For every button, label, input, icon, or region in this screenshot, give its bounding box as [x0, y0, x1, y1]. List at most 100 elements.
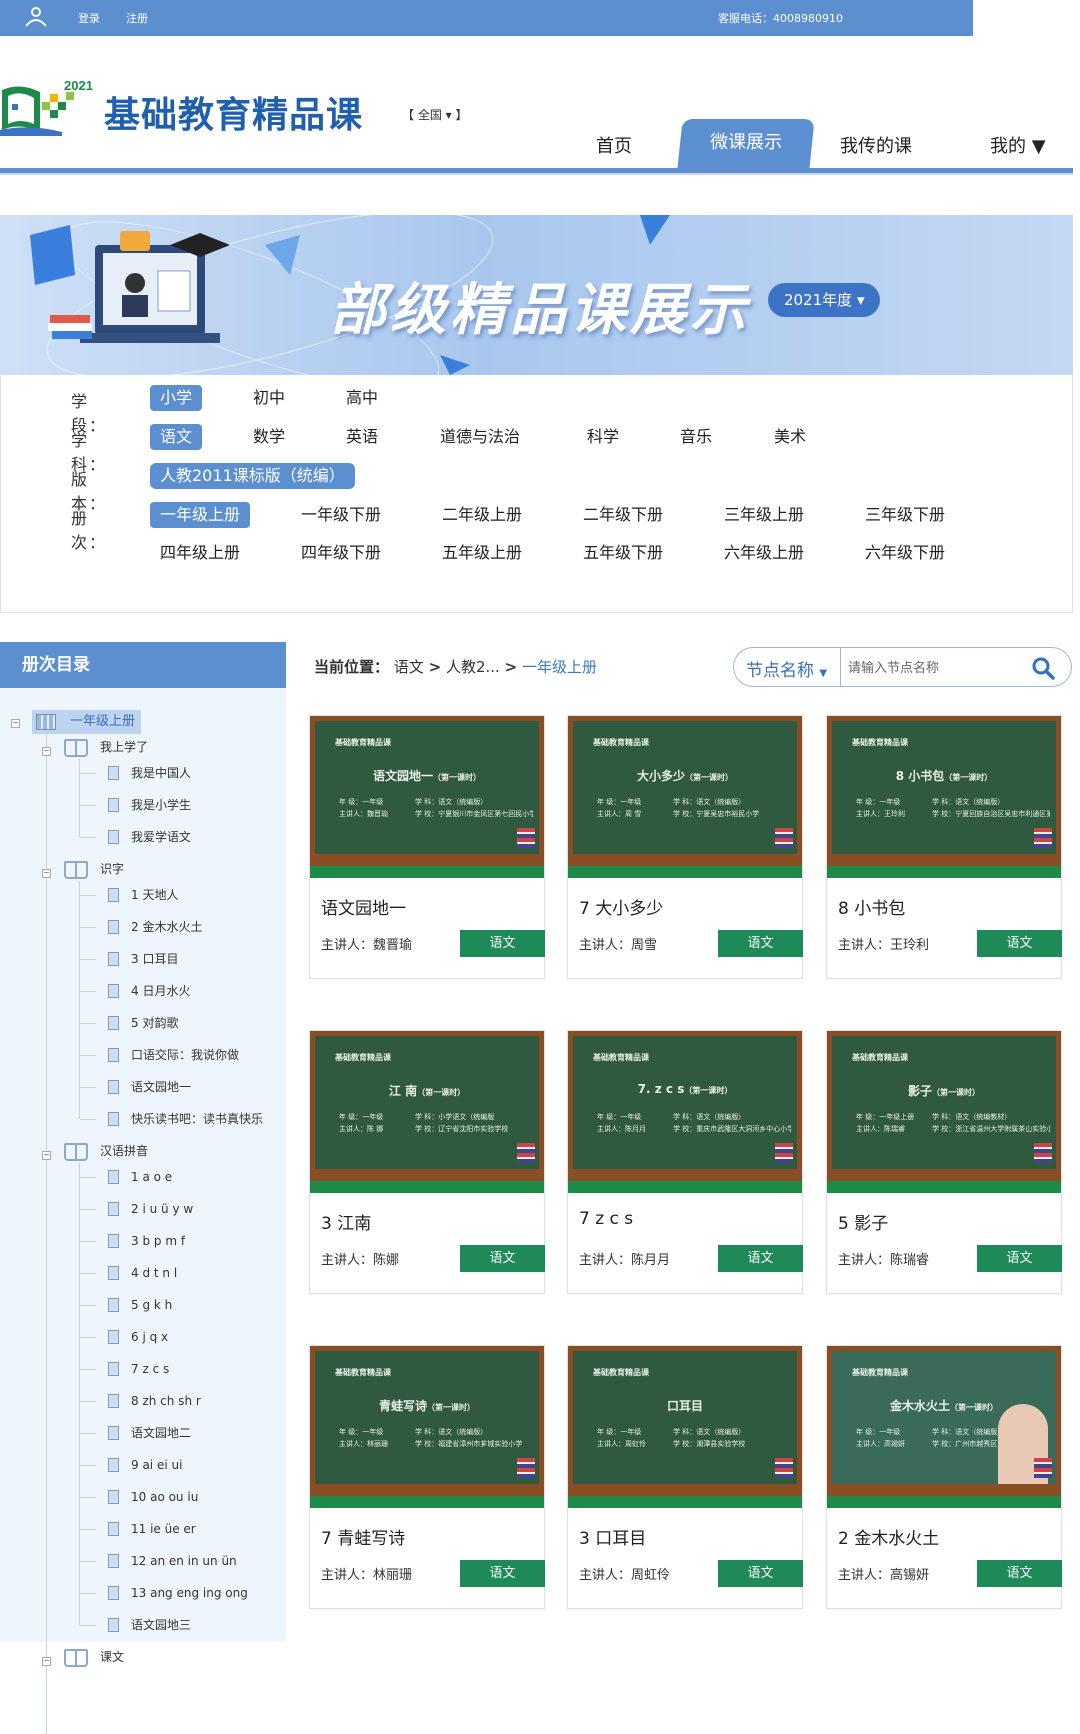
- tree-item[interactable]: 3 b p m f: [108, 1231, 185, 1251]
- tree-item[interactable]: 2 i u ü y w: [108, 1199, 193, 1219]
- lesson-thumbnail[interactable]: 基础教育精品课 口耳目年 级：一年级 主讲人：周虹伶 学 科：语文（统编版） 学 校：湘…: [568, 1346, 802, 1508]
- lesson-title[interactable]: 7 z c s: [579, 1209, 633, 1229]
- breadcrumb-subject[interactable]: 语文: [394, 658, 424, 676]
- stage-option[interactable]: 小学: [150, 385, 203, 411]
- lesson-card[interactable]: 基础教育精品课 8 小书包（第一课时）年 级：一年级 主讲人：王玲利学 科：语文（统…: [826, 715, 1062, 979]
- lesson-thumbnail[interactable]: 基础教育精品课 语文园地一（第一课时） 年 级：一年级 主讲人：魏晋瑜 学 科：语文（统…: [310, 716, 544, 878]
- tree-item[interactable]: 4 日月水火: [108, 981, 190, 1001]
- tree-item[interactable]: 8 zh ch sh r: [108, 1391, 201, 1411]
- lesson-card[interactable]: 基础教育精品课 大小多少（第一课时） 年 级：一年级 主讲人：周 雪 学 科：语文（统编…: [567, 715, 803, 979]
- tree-item[interactable]: 语文园地一: [108, 1077, 191, 1097]
- tree-group[interactable]: 识字: [64, 859, 124, 879]
- tree-item[interactable]: 我爱学语文: [108, 827, 191, 847]
- search-field-select[interactable]: 节点名称 ▼: [746, 656, 827, 681]
- lesson-title[interactable]: 5 影子: [838, 1209, 888, 1234]
- tree-item[interactable]: 我是中国人: [108, 763, 191, 783]
- stage-option[interactable]: 高中: [336, 385, 388, 411]
- tree-group[interactable]: 课文: [64, 1647, 124, 1667]
- tree-item[interactable]: 我是小学生: [108, 795, 191, 815]
- lesson-card[interactable]: 基础教育精品课 影子（第一课时） 年 级：一年级上册 主讲人：陈瑞睿 学 科：语文（统编…: [826, 1030, 1062, 1294]
- tree-root[interactable]: 一年级上册: [32, 710, 142, 734]
- lesson-title[interactable]: 7 青蛙写诗: [321, 1524, 405, 1549]
- tree-group[interactable]: 汉语拼音: [64, 1141, 148, 1161]
- lesson-card[interactable]: 基础教育精品课 青蛙写诗（第一课时） 年 级：一年级 主讲人：林丽珊 学 科：语文（统编…: [309, 1345, 545, 1609]
- tree-item[interactable]: 5 对韵歌: [108, 1013, 178, 1033]
- nav-micro-lessons[interactable]: 微课展示: [677, 119, 815, 169]
- tree-item[interactable]: 语文园地二: [108, 1423, 191, 1443]
- lesson-title[interactable]: 语文园地一: [321, 894, 406, 919]
- lesson-title[interactable]: 3 口耳目: [579, 1524, 646, 1549]
- nav-my-menu[interactable]: 我的 ▼: [990, 133, 1046, 169]
- collapse-icon[interactable]: −: [42, 869, 51, 878]
- nav-my-uploads[interactable]: 我传的课: [840, 133, 912, 169]
- tree-item[interactable]: 1 a o e: [108, 1167, 172, 1187]
- tree-item[interactable]: 13 ang eng ing ong: [108, 1583, 248, 1603]
- lesson-title[interactable]: 3 江南: [321, 1209, 371, 1234]
- login-link[interactable]: 登录: [78, 10, 100, 26]
- thumb-title: 大小多少（第一课时）: [573, 767, 797, 784]
- lesson-card[interactable]: 基础教育精品课 7. z c s（第一课时） 年 级：一年级 主讲人：陈月月 学 科：语…: [567, 1030, 803, 1294]
- region-selector[interactable]: 【 全国 ▾ 】: [402, 106, 467, 123]
- tree-item[interactable]: 7 z c s: [108, 1359, 169, 1379]
- lesson-card[interactable]: 基础教育精品课江 南（第一课时） 年 级：一年级 主讲人：陈 娜 学 科：小学语文（统…: [309, 1030, 545, 1294]
- lesson-card[interactable]: 基础教育精品课 口耳目年 级：一年级 主讲人：周虹伶 学 科：语文（统编版） 学 校：湘…: [567, 1345, 803, 1609]
- nav-home[interactable]: 首页: [596, 133, 632, 169]
- tree-item[interactable]: 5 g k h: [108, 1295, 172, 1315]
- tree-item[interactable]: 语文园地三: [108, 1615, 191, 1635]
- lesson-thumbnail[interactable]: 基础教育精品课江 南（第一课时） 年 级：一年级 主讲人：陈 娜 学 科：小学语文（统…: [310, 1031, 544, 1193]
- subject-option[interactable]: 音乐: [670, 424, 722, 450]
- tree-item[interactable]: 11 ie üe er: [108, 1519, 196, 1539]
- search-input[interactable]: [848, 656, 1018, 678]
- tree-item[interactable]: 12 an en in un ün: [108, 1551, 237, 1571]
- tree-item[interactable]: 6 j q x: [108, 1327, 168, 1347]
- lesson-title[interactable]: 7 大小多少: [579, 894, 663, 919]
- volume-option[interactable]: 三年级下册: [855, 502, 955, 528]
- subject-option[interactable]: 道德与法治: [430, 424, 530, 450]
- subject-option[interactable]: 数学: [243, 424, 295, 450]
- volume-option[interactable]: 五年级下册: [573, 540, 673, 566]
- volume-option[interactable]: 一年级上册: [150, 502, 251, 528]
- lesson-thumbnail[interactable]: 基础教育精品课 青蛙写诗（第一课时） 年 级：一年级 主讲人：林丽珊 学 科：语文（统编…: [310, 1346, 544, 1508]
- lesson-card[interactable]: 基础教育精品课 语文园地一（第一课时）年 级：一年级 主讲人：魏晋瑜学 科：语文（统…: [309, 715, 545, 979]
- lesson-thumbnail[interactable]: 基础教育精品课 影子（第一课时） 年 级：一年级上册 主讲人：陈瑞睿 学 科：语文（统编…: [827, 1031, 1061, 1193]
- subject-option[interactable]: 科学: [577, 424, 629, 450]
- tree-item[interactable]: 口语交际：我说你做: [108, 1045, 239, 1065]
- volume-option[interactable]: 二年级下册: [573, 502, 673, 528]
- tree-item[interactable]: 9 ai ei ui: [108, 1455, 182, 1475]
- lesson-title[interactable]: 2 金木水火土: [838, 1524, 939, 1549]
- subject-option[interactable]: 美术: [764, 424, 816, 450]
- collapse-icon[interactable]: −: [42, 1151, 51, 1160]
- collapse-icon[interactable]: −: [42, 747, 51, 756]
- tree-item[interactable]: 3 口耳目: [108, 949, 178, 969]
- volume-option[interactable]: 二年级上册: [432, 502, 532, 528]
- lesson-thumbnail[interactable]: 基础教育精品课 金木水火土（第一课时） 年 级：一年级 主讲人：高锡妍 学 科：语文（统…: [827, 1346, 1061, 1508]
- lesson-card[interactable]: 基础教育精品课 金木水火土（第一课时） 年 级：一年级 主讲人：高锡妍 学 科：语文（统…: [826, 1345, 1062, 1609]
- volume-option[interactable]: 三年级上册: [714, 502, 814, 528]
- year-selector[interactable]: 2021年度 ▾: [768, 283, 881, 317]
- search-icon[interactable]: [1031, 656, 1055, 680]
- breadcrumb-edition[interactable]: 人教2...: [446, 658, 500, 676]
- collapse-icon[interactable]: −: [11, 719, 20, 728]
- volume-option[interactable]: 五年级上册: [432, 540, 532, 566]
- tree-group[interactable]: 我上学了: [64, 737, 148, 757]
- tree-item[interactable]: 4 d t n l: [108, 1263, 177, 1283]
- volume-option[interactable]: 六年级上册: [714, 540, 814, 566]
- tree-item[interactable]: 10 ao ou iu: [108, 1487, 198, 1507]
- stage-option[interactable]: 初中: [243, 385, 295, 411]
- collapse-icon[interactable]: −: [42, 1657, 51, 1666]
- lesson-thumbnail[interactable]: 基础教育精品课 大小多少（第一课时） 年 级：一年级 主讲人：周 雪 学 科：语文（统编…: [568, 716, 802, 878]
- edition-option[interactable]: 人教2011课标版（统编）: [150, 463, 355, 489]
- volume-option[interactable]: 四年级上册: [150, 540, 250, 566]
- tree-item[interactable]: 快乐读书吧：读书真快乐: [108, 1109, 263, 1129]
- subject-option[interactable]: 语文: [150, 424, 203, 450]
- volume-option[interactable]: 四年级下册: [291, 540, 391, 566]
- register-link[interactable]: 注册: [126, 10, 148, 26]
- volume-option[interactable]: 一年级下册: [291, 502, 391, 528]
- tree-item[interactable]: 1 天地人: [108, 885, 178, 905]
- tree-item[interactable]: 2 金木水火土: [108, 917, 202, 937]
- lesson-thumbnail[interactable]: 基础教育精品课 8 小书包（第一课时） 年 级：一年级 主讲人：王玲利 学 科：语文（统…: [827, 716, 1061, 878]
- lesson-thumbnail[interactable]: 基础教育精品课 7. z c s（第一课时） 年 级：一年级 主讲人：陈月月 学 科：语…: [568, 1031, 802, 1193]
- subject-option[interactable]: 英语: [336, 424, 388, 450]
- lesson-title[interactable]: 8 小书包: [838, 894, 905, 919]
- volume-option[interactable]: 六年级下册: [855, 540, 955, 566]
